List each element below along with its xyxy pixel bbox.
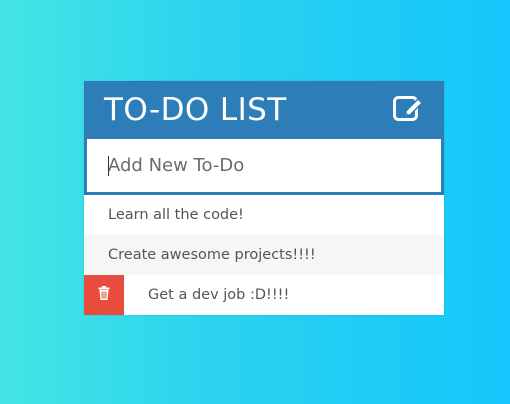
todo-list: Learn all the code! Create awesome proje… xyxy=(84,195,444,315)
new-todo-input[interactable] xyxy=(87,139,441,192)
trash-icon xyxy=(98,286,110,304)
todo-card: TO-DO LIST Learn all the code! Create aw… xyxy=(84,81,444,315)
todo-item-text: Learn all the code! xyxy=(108,207,244,223)
pencil-square-icon[interactable] xyxy=(392,92,426,124)
delete-todo-button[interactable] xyxy=(84,275,124,315)
page-title: TO-DO LIST xyxy=(104,92,287,128)
todo-header: TO-DO LIST xyxy=(84,81,444,139)
todo-item[interactable]: Create awesome projects!!!! xyxy=(84,235,444,275)
todo-item[interactable]: Get a dev job :D!!!! xyxy=(84,275,444,315)
todo-item-text: Create awesome projects!!!! xyxy=(108,247,316,263)
todo-item[interactable]: Learn all the code! xyxy=(84,195,444,235)
text-caret xyxy=(108,156,109,176)
new-todo-field xyxy=(84,139,444,195)
todo-item-text: Get a dev job :D!!!! xyxy=(148,287,290,303)
